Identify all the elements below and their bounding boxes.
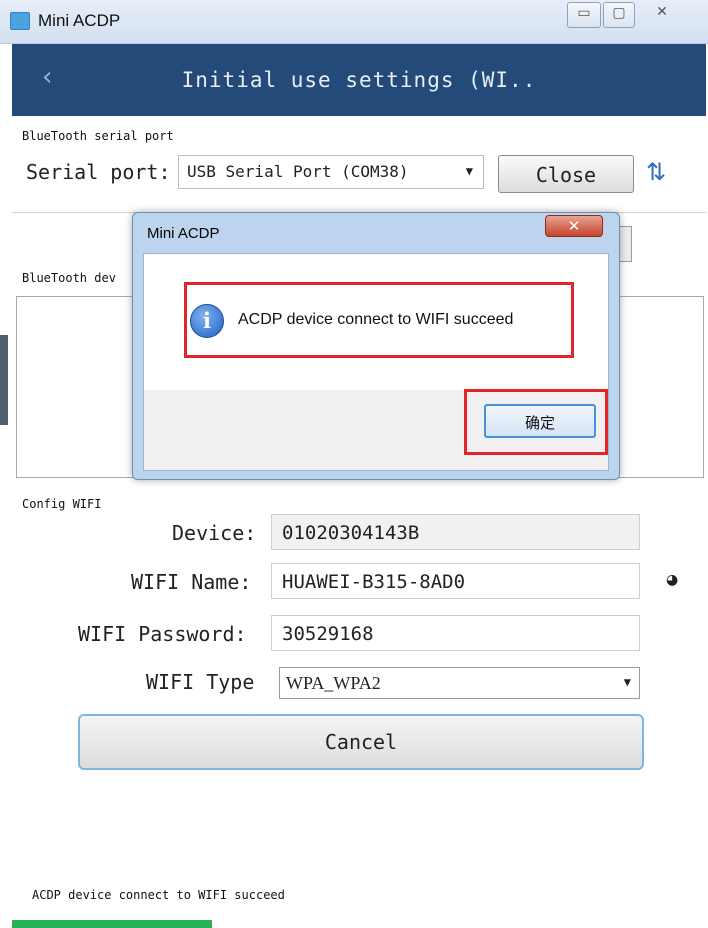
app-header: ‹ Initial use settings (WI..	[12, 44, 706, 116]
window-edge-strip	[0, 335, 8, 425]
app-icon	[10, 12, 30, 30]
wifi-type-label: WIFI Type	[146, 670, 255, 694]
cancel-button[interactable]: Cancel	[78, 714, 644, 770]
close-icon: ✕	[567, 217, 581, 235]
cancel-button-label: Cancel	[324, 730, 398, 754]
bluetooth-serial-section-label: BlueTooth serial port	[22, 129, 174, 143]
wifi-type-value: WPA_WPA2	[286, 673, 381, 693]
dialog-message: ACDP device connect to WIFI succeed	[238, 311, 514, 328]
device-field: 01020304143B	[271, 514, 640, 550]
refresh-icon[interactable]: ⇅	[646, 158, 666, 186]
status-text: ACDP device connect to WIFI succeed	[32, 888, 285, 902]
minimize-button[interactable]: ▭	[567, 2, 601, 28]
wifi-password-label: WIFI Password:	[78, 622, 247, 646]
window-title: Mini ACDP	[38, 11, 121, 30]
info-icon: i	[190, 304, 224, 338]
dialog-close-button[interactable]: ✕	[545, 215, 603, 237]
dialog-title: Mini ACDP	[147, 225, 220, 242]
config-wifi-section-label: Config WIFI	[22, 497, 102, 511]
serial-close-button[interactable]: Close	[498, 155, 634, 193]
serial-port-label: Serial port:	[26, 160, 171, 184]
close-icon: ✕	[656, 4, 668, 20]
maximize-button[interactable]: ▢	[603, 2, 635, 28]
wifi-name-label: WIFI Name:	[131, 570, 252, 594]
background-button-fragment	[620, 226, 632, 262]
wifi-password-input[interactable]: 30529168	[271, 615, 640, 651]
serial-port-select[interactable]: USB Serial Port (COM38) ▼	[178, 155, 484, 189]
wifi-name-value: HUAWEI-B315-8AD0	[282, 571, 466, 593]
window-titlebar[interactable]: Mini ACDP ▭ ▢ ✕	[0, 0, 708, 44]
page-title: Initial use settings (WI..	[181, 68, 537, 92]
device-label: Device:	[172, 521, 257, 545]
message-dialog: Mini ACDP ✕ i ACDP device connect to WIF…	[132, 212, 620, 480]
window-close-button[interactable]: ✕	[637, 2, 687, 28]
wifi-type-select[interactable]: WPA_WPA2 ▼	[279, 667, 640, 699]
bluetooth-devices-section-label: BlueTooth dev	[22, 271, 116, 285]
device-value: 01020304143B	[282, 522, 420, 544]
maximize-icon: ▢	[612, 5, 626, 21]
wifi-password-value: 30529168	[282, 623, 374, 645]
ok-button-label: 确定	[524, 414, 555, 432]
serial-port-value: USB Serial Port (COM38)	[187, 162, 409, 181]
chevron-down-icon: ▼	[465, 164, 473, 178]
status-progress-bar	[12, 920, 212, 928]
serial-close-label: Close	[535, 163, 597, 187]
dialog-body: i ACDP device connect to WIFI succeed 确定	[143, 253, 609, 471]
minimize-icon: ▭	[577, 5, 591, 21]
ok-button[interactable]: 确定	[484, 404, 596, 438]
info-icon-glyph: i	[203, 308, 211, 333]
chevron-down-icon: ▼	[623, 675, 631, 689]
eye-icon[interactable]: ◕	[666, 572, 678, 588]
wifi-name-input[interactable]: HUAWEI-B315-8AD0	[271, 563, 640, 599]
